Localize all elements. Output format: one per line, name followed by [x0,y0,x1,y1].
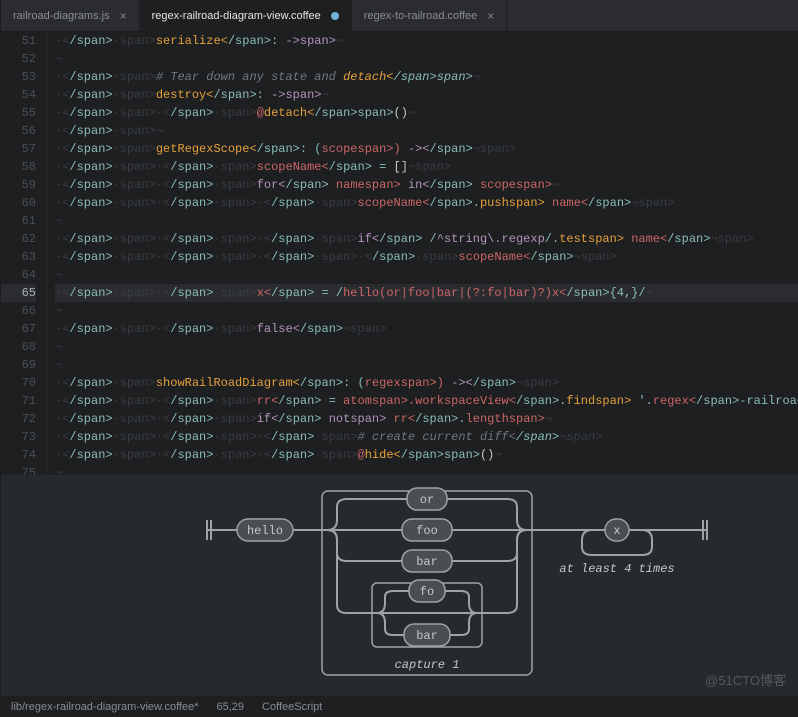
status-path: lib/regex-railroad-diagram-view.coffee* [11,701,199,713]
line-number[interactable]: 67 [1,320,36,338]
code-line[interactable]: ·</span>·span>·</span>·span>rr</span> = … [55,392,798,410]
code-line[interactable]: ·</span>·span>·</span>·span>if</span> no… [55,410,798,428]
line-number[interactable]: 61 [1,212,36,230]
line-number-gutter: 5152535455565758596061626364656667686970… [1,32,47,475]
line-number[interactable]: 66 [1,302,36,320]
tab-label: regex-railroad-diagram-view.coffee [152,10,321,22]
code-line[interactable]: ¬ [55,338,798,356]
editor-pane: railroad-diagrams.js × regex-railroad-diag… [1,0,798,717]
code-line[interactable]: ·</span>·span>¬ [55,122,798,140]
line-number[interactable]: 71 [1,392,36,410]
unsaved-dot-icon [331,12,339,20]
line-number[interactable]: 63 [1,248,36,266]
rr-x: x [613,524,620,538]
rr-or: or [419,493,433,507]
code-line[interactable]: ·</span>·span>·</span>·span>false</span>… [55,320,798,338]
code-line[interactable]: ·</span>·span>·</span>·span>·</span>·spa… [55,428,798,446]
rr-bar2: bar [416,629,438,643]
code-line[interactable]: ·</span>·span>·</span>·span>·</span>·spa… [55,194,798,212]
status-cursor-pos: 65,29 [217,701,245,713]
code-line[interactable]: ¬ [55,464,798,475]
code-area[interactable]: ·</span>·span>serialize</span>: ->span>¬… [47,32,798,475]
code-line[interactable]: ¬ [55,356,798,374]
code-line[interactable]: ·</span>·span>showRailRoadDiagram</span>… [55,374,798,392]
close-icon[interactable]: × [487,9,494,23]
tab-label: regex-to-railroad.coffee [364,10,478,22]
editor-tab[interactable]: regex-railroad-diagram-view.coffee [140,0,352,31]
editor-tab[interactable]: railroad-diagrams.js × [1,0,140,31]
line-number[interactable]: 54 [1,86,36,104]
line-number[interactable]: 64 [1,266,36,284]
line-number[interactable]: 65 [1,284,36,302]
rr-capture-label: capture 1 [394,658,459,672]
code-line[interactable]: ·</span>·span>·</span>·span>·</span>·spa… [55,230,798,248]
code-line[interactable]: ·</span>·span># Tear down any state and … [55,68,798,86]
line-number[interactable]: 52 [1,50,36,68]
code-editor[interactable]: 5152535455565758596061626364656667686970… [1,32,798,475]
code-line[interactable]: ·</span>·span>·</span>·span>scopeName</s… [55,158,798,176]
railroad-diagram-panel: hello or foo bar fo bar capture [1,475,798,695]
code-line[interactable]: ¬ [55,302,798,320]
code-line[interactable]: ·</span>·span>serialize</span>: ->span>¬ [55,32,798,50]
code-line[interactable]: ·</span>·span>destroy</span>: ->span>¬ [55,86,798,104]
editor-tab[interactable]: regex-to-railroad.coffee × [352,0,508,31]
tab-bar[interactable]: railroad-diagrams.js × regex-railroad-diag… [1,0,798,32]
line-number[interactable]: 55 [1,104,36,122]
line-number[interactable]: 58 [1,158,36,176]
code-line[interactable]: ·</span>·span>·</span>·span>for</span> n… [55,176,798,194]
line-number[interactable]: 72 [1,410,36,428]
status-language[interactable]: CoffeeScript [262,701,322,713]
rr-atleast: at least 4 times [559,562,674,576]
line-number[interactable]: 60 [1,194,36,212]
line-number[interactable]: 74 [1,446,36,464]
rr-foo: foo [416,524,438,538]
code-line[interactable]: ¬ [55,50,798,68]
line-number[interactable]: 62 [1,230,36,248]
line-number[interactable]: 53 [1,68,36,86]
line-number[interactable]: 51 [1,32,36,50]
tab-label: railroad-diagrams.js [13,10,110,22]
status-bar: lib/regex-railroad-diagram-view.coffee* … [1,695,798,717]
close-icon[interactable]: × [120,9,127,23]
code-line[interactable]: ·</span>·span>·</span>·span>x</span> = /… [55,284,798,302]
code-line[interactable]: ·</span>·span>·</span>·span>@detach</spa… [55,104,798,122]
line-number[interactable]: 70 [1,374,36,392]
rr-fo: fo [419,585,433,599]
code-line[interactable]: ¬ [55,212,798,230]
line-number[interactable]: 73 [1,428,36,446]
line-number[interactable]: 69 [1,356,36,374]
line-number[interactable]: 68 [1,338,36,356]
rr-hello: hello [247,524,283,538]
rr-bar1: bar [416,555,438,569]
railroad-svg: hello or foo bar fo bar capture [197,485,717,685]
code-line[interactable]: ·</span>·span>getRegexScope</span>: (sco… [55,140,798,158]
line-number[interactable]: 59 [1,176,36,194]
line-number[interactable]: 57 [1,140,36,158]
code-line[interactable]: ¬ [55,266,798,284]
code-line[interactable]: ·</span>·span>·</span>·span>·</span>·spa… [55,248,798,266]
line-number[interactable]: 56 [1,122,36,140]
code-line[interactable]: ·</span>·span>·</span>·span>·</span>·spa… [55,446,798,464]
line-number[interactable]: 75 [1,464,36,475]
